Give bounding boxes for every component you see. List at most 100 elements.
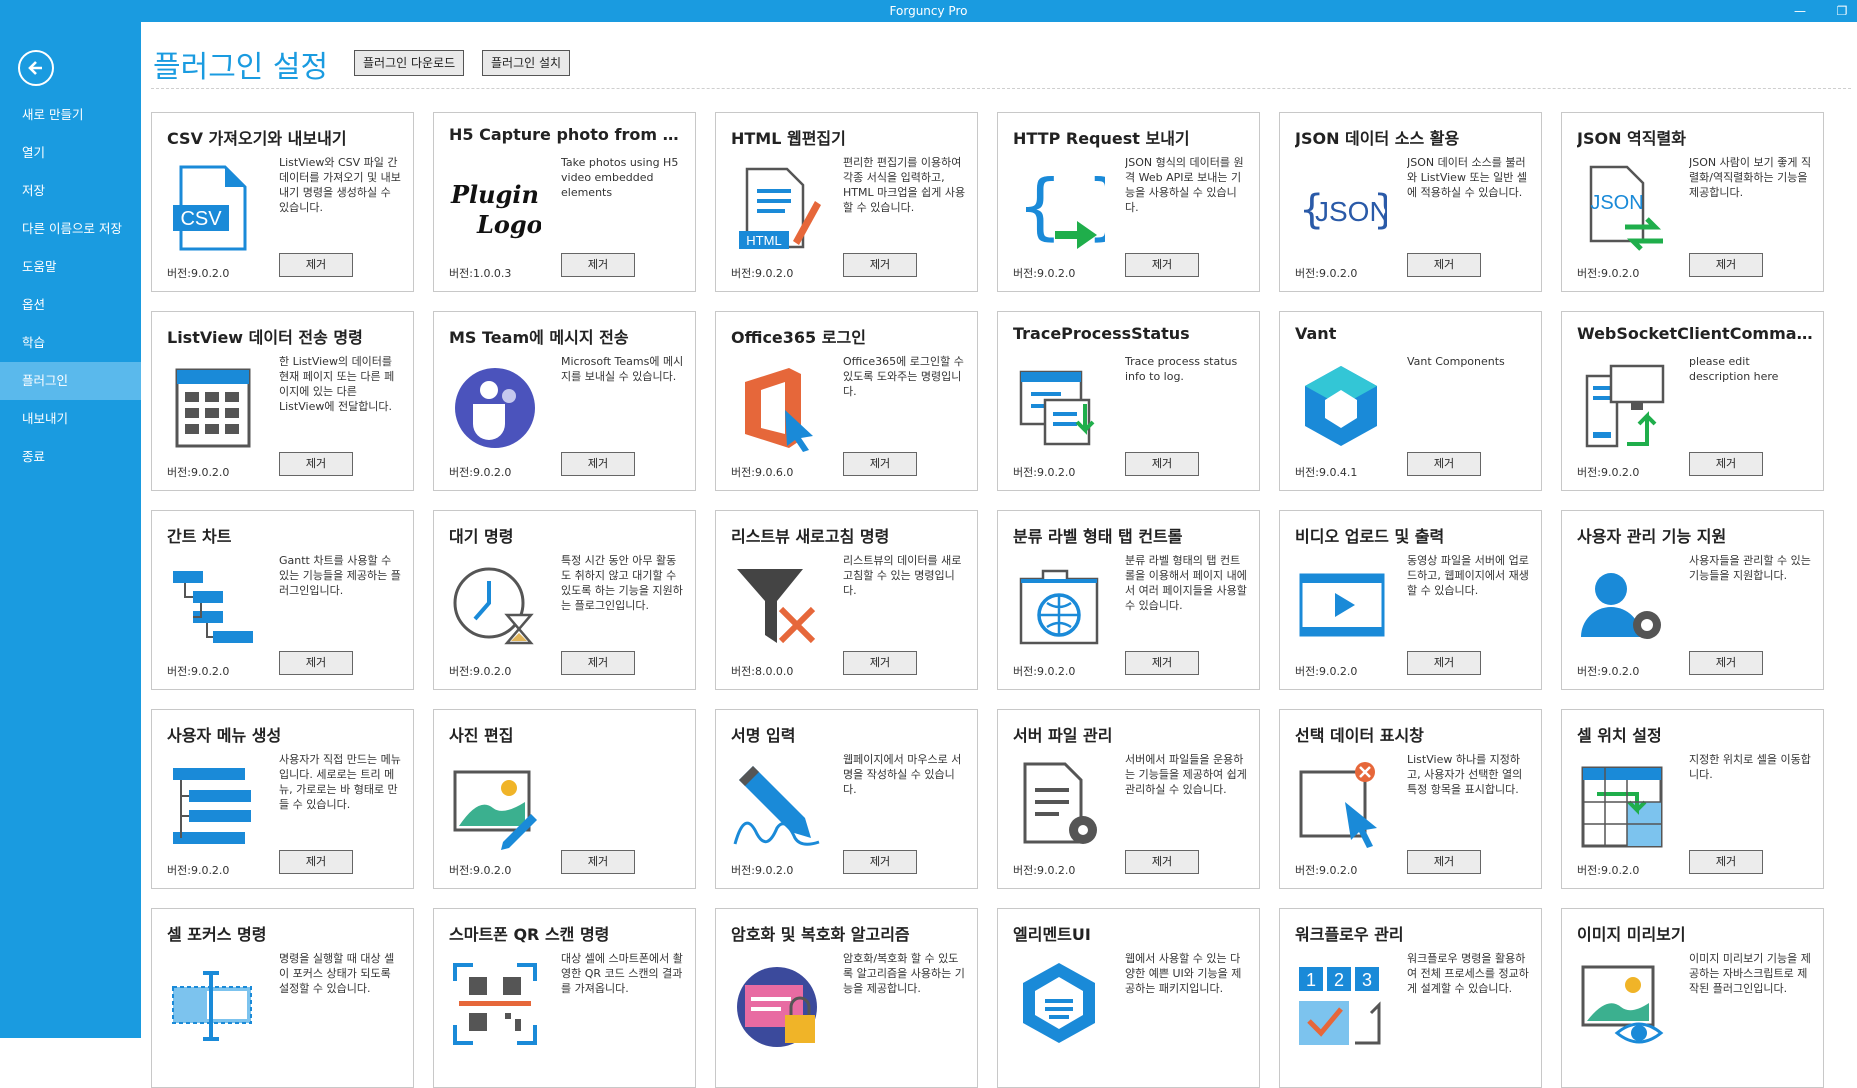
restore-icon[interactable]: ❐: [1835, 0, 1849, 22]
plugin-description: Take photos using H5 video embedded elem…: [561, 156, 679, 199]
remove-button[interactable]: 제거: [1689, 253, 1763, 277]
remove-button[interactable]: 제거: [561, 651, 635, 675]
install-plugin-button[interactable]: 플러그인 설치: [482, 50, 571, 76]
plugin-card: 사용자 관리 기능 지원사용자들을 관리할 수 있는 기능들을 지원합니다. 제거…: [1561, 510, 1824, 690]
tab-globe-icon: [1013, 559, 1105, 651]
sidebar-item-learn[interactable]: 학습: [0, 324, 141, 362]
plugin-description: 이미지 미리보기 기능을 제공하는 자바스크립트로 제작된 플러그인입니다.: [1689, 952, 1811, 995]
plugin-description: Gantt 차트를 사용할 수 있는 기능들을 제공하는 플러그인입니다.: [279, 554, 401, 597]
plugin-description: 대상 셀에 스마트폰에서 촬영한 QR 코드 스캔의 결과를 가져옵니다.: [561, 952, 683, 995]
plugin-version: 버전:9.0.2.0: [1013, 864, 1076, 877]
minimize-icon[interactable]: —: [1793, 0, 1807, 22]
gantt-chart-icon: [167, 559, 259, 651]
plugin-title: 사용자 관리 기능 지원: [1577, 527, 1727, 546]
remove-button[interactable]: 제거: [1407, 452, 1481, 476]
plugin-description: 사용자들을 관리할 수 있는 기능들을 지원합니다.: [1689, 554, 1811, 582]
sidebar: 새로 만들기 열기 저장 다른 이름으로 저장 도움말 옵션 학습 플러그인 내보내기 종료: [0, 22, 141, 1038]
back-button[interactable]: [18, 50, 54, 86]
remove-button[interactable]: 제거: [843, 850, 917, 874]
plugin-version: 버전:9.0.2.0: [449, 466, 512, 479]
json-file-swap-icon: JSON: [1577, 161, 1669, 253]
remove-button[interactable]: 제거: [279, 850, 353, 874]
plugin-card: WebSocketClientCommand please edit descri…: [1561, 311, 1824, 491]
sidebar-item-export[interactable]: 내보내기: [0, 400, 141, 438]
remove-button[interactable]: 제거: [843, 651, 917, 675]
plugin-version: 버전:9.0.2.0: [449, 864, 512, 877]
svg-text:}: }: [1373, 187, 1387, 233]
svg-text:JSON: JSON: [1590, 192, 1643, 214]
tree-menu-icon: [167, 758, 259, 850]
remove-button[interactable]: 제거: [1125, 850, 1199, 874]
plugin-title: Vant: [1295, 324, 1337, 343]
sidebar-item-new[interactable]: 새로 만들기: [0, 96, 141, 134]
remove-button[interactable]: 제거: [561, 452, 635, 476]
remove-button[interactable]: 제거: [1689, 850, 1763, 874]
svg-text:3: 3: [1362, 970, 1372, 990]
plugin-version: 버전:9.0.2.0: [1013, 665, 1076, 678]
qr-scan-icon: [449, 957, 541, 1049]
plugin-version: 버전:9.0.2.0: [1295, 665, 1358, 678]
svg-text:CSV: CSV: [180, 208, 222, 230]
remove-button[interactable]: 제거: [1407, 253, 1481, 277]
plugin-title: HTML 웹편집기: [731, 129, 846, 148]
plugin-card: TraceProcessStatus Trace process status i…: [997, 311, 1260, 491]
sidebar-item-exit[interactable]: 종료: [0, 438, 141, 476]
remove-button[interactable]: 제거: [561, 850, 635, 874]
window-title: Forguncy Pro: [889, 4, 968, 18]
sidebar-item-plugins[interactable]: 플러그인: [0, 362, 141, 400]
remove-button[interactable]: 제거: [1689, 452, 1763, 476]
remove-button[interactable]: 제거: [279, 253, 353, 277]
plugin-card: 비디오 업로드 및 출력 동영상 파일을 서버에 업로드하고, 웹페이지에서 재생…: [1279, 510, 1542, 690]
plugin-title: 분류 라벨 형태 탭 컨트롤: [1013, 527, 1183, 546]
sidebar-item-help[interactable]: 도움말: [0, 248, 141, 286]
plugin-card: 분류 라벨 형태 탭 컨트롤 분류 라벨 형태의 탭 컨트롤을 이용해서 페이지 …: [997, 510, 1260, 690]
sidebar-item-options[interactable]: 옵션: [0, 286, 141, 324]
remove-button[interactable]: 제거: [1407, 651, 1481, 675]
file-gear-icon: [1013, 758, 1105, 850]
clock-hourglass-icon: [449, 559, 541, 651]
plugin-card: JSON 역직렬화 JSON JSON 사람이 보기 좋게 직렬화/역직렬화하는 기…: [1561, 112, 1824, 292]
sidebar-item-open[interactable]: 열기: [0, 134, 141, 172]
plugin-version: 버전:9.0.2.0: [1013, 267, 1076, 280]
filter-clear-icon: [731, 559, 823, 651]
plugin-card: 스마트폰 QR 스캔 명령 대상 셀에 스마트폰에서 촬영한 QR 코드 스캔의 …: [433, 908, 696, 1088]
plugin-version: 버전:9.0.6.0: [731, 466, 794, 479]
svg-text:Logo: Logo: [476, 210, 541, 239]
plugin-title: 사진 편집: [449, 726, 514, 745]
plugin-card: 셀 위치 설정 지정한 위치로 셀을 이동합니다. 제거 버전:9.0.2.0: [1561, 709, 1824, 889]
sidebar-item-save-as[interactable]: 다른 이름으로 저장: [0, 210, 141, 248]
plugin-description: 한 ListView의 데이터를 현재 페이지 또는 다른 페이지에 있는 다른…: [279, 355, 395, 413]
image-edit-icon: [449, 758, 541, 850]
vant-hexagon-icon: [1295, 360, 1387, 452]
plugin-card: 간트 차트 Gantt 차트를 사용할 수 있는 기능들을 제공하는 플러그인입니…: [151, 510, 414, 690]
remove-button[interactable]: 제거: [279, 651, 353, 675]
remove-button[interactable]: 제거: [1407, 850, 1481, 874]
plugin-version: 버전:9.0.2.0: [1295, 864, 1358, 877]
remove-button[interactable]: 제거: [561, 253, 635, 277]
plugin-description: 사용자가 직접 만드는 메뉴입니다. 세로로는 트리 메뉴, 가로로는 바 형태…: [279, 753, 401, 811]
plugin-card: JSON 데이터 소스 활용 {JSON} JSON 데이터 소스를 불러와 Lis…: [1279, 112, 1542, 292]
plugin-description: Office365에 로그인할 수 있도록 도와주는 명령입니다.: [843, 355, 964, 398]
plugin-description: 웹페이지에서 마우스로 서명을 작성하실 수 있습니다.: [843, 753, 962, 796]
plugin-card: 선택 데이터 표시창 ListView 하나를 지정하고, 사용자가 선택한 열의…: [1279, 709, 1542, 889]
remove-button[interactable]: 제거: [1125, 651, 1199, 675]
plugin-title: CSV 가져오기와 내보내기: [167, 129, 347, 148]
remove-button[interactable]: 제거: [1125, 253, 1199, 277]
sidebar-item-save[interactable]: 저장: [0, 172, 141, 210]
plugin-version: 버전:9.0.4.1: [1295, 466, 1358, 479]
remove-button[interactable]: 제거: [843, 253, 917, 277]
back-arrow-icon: [28, 61, 42, 75]
sidebar-nav: 새로 만들기 열기 저장 다른 이름으로 저장 도움말 옵션 학습 플러그인 내보내기 종료: [0, 96, 141, 476]
plugin-title: 대기 명령: [449, 527, 514, 546]
table-grid-icon: [167, 360, 259, 452]
download-plugin-button[interactable]: 플러그인 다운로드: [354, 50, 465, 76]
remove-button[interactable]: 제거: [1125, 452, 1199, 476]
remove-button[interactable]: 제거: [1689, 651, 1763, 675]
braces-arrow-icon: { }: [1013, 161, 1105, 253]
remove-button[interactable]: 제거: [279, 452, 353, 476]
remove-button[interactable]: 제거: [843, 452, 917, 476]
plugin-description: 명령을 실행할 때 대상 셀이 포커스 상태가 되도록 설정할 수 있습니다.: [279, 952, 395, 995]
trace-process-icon: [1013, 360, 1105, 452]
plugin-title: Office365 로그인: [731, 328, 866, 347]
plugin-card: 서명 입력 웹페이지에서 마우스로 서명을 작성하실 수 있습니다. 제거 버전:9.…: [715, 709, 978, 889]
